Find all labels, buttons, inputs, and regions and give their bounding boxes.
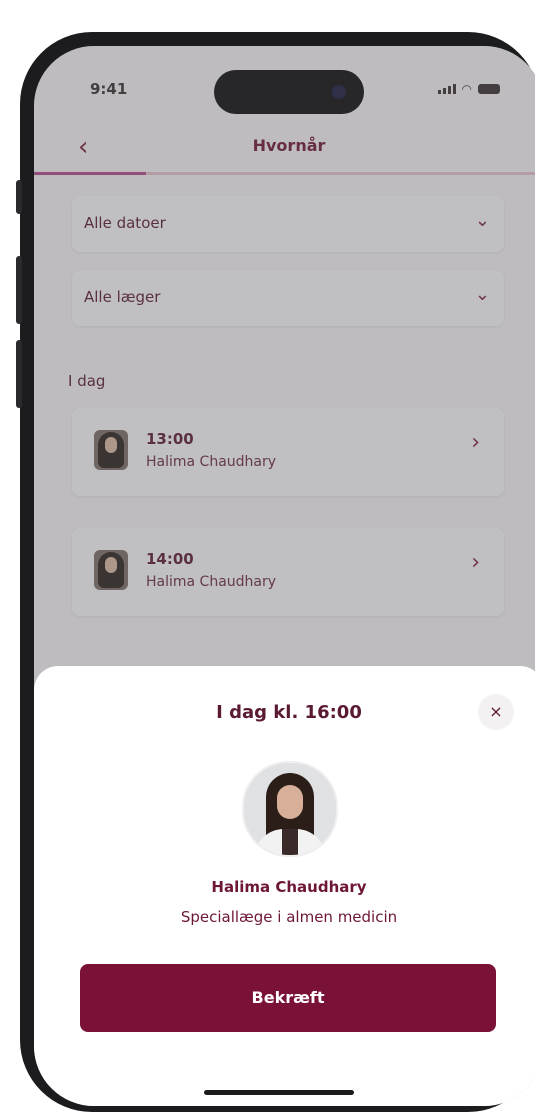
doctor-avatar-large [242, 761, 338, 857]
sheet-title: I dag kl. 16:00 [216, 702, 362, 723]
doctor-name: Halima Chaudhary [211, 878, 367, 896]
home-indicator [204, 1090, 354, 1095]
side-button-volume-down [16, 340, 22, 408]
confirm-button[interactable]: Bekræft [80, 964, 496, 1032]
phone-screen: 9:41 ◠ ‹ Hvornår Alle datoer ⌄ Alle læge… [34, 46, 535, 1106]
side-button-action [16, 180, 22, 214]
doctor-specialty: Speciallæge i almen medicin [180, 908, 398, 926]
booking-bottom-sheet: I dag kl. 16:00 × Halima Chaudhary Speci… [34, 666, 535, 1106]
side-button-volume-up [16, 256, 22, 324]
close-button[interactable]: × [478, 694, 514, 730]
